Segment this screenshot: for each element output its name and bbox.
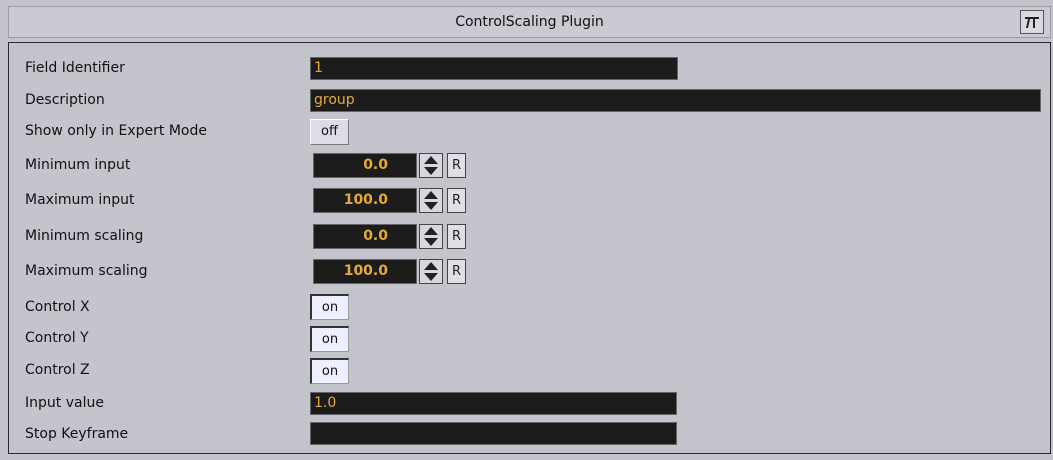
spin-down-icon	[424, 273, 438, 281]
min-input-field[interactable]: 0.0	[313, 153, 417, 178]
max-scaling-reset-button[interactable]: R	[447, 259, 466, 284]
control-y-toggle[interactable]: on	[310, 326, 349, 352]
description-label: Description	[25, 92, 105, 108]
control-y-label: Control Y	[25, 330, 89, 346]
max-input-reset-button[interactable]: R	[447, 188, 466, 213]
control-z-toggle[interactable]: on	[310, 358, 349, 384]
spin-up-icon	[424, 262, 438, 270]
max-scaling-field[interactable]: 100.0	[313, 259, 417, 284]
plugin-panel: Field Identifier 1 Description group Sho…	[8, 42, 1051, 454]
max-input-spinner[interactable]	[419, 188, 443, 213]
spin-up-icon	[424, 191, 438, 199]
min-scaling-field[interactable]: 0.0	[313, 224, 417, 249]
max-scaling-spinner[interactable]	[419, 259, 443, 284]
vizrt-logo-icon[interactable]	[1020, 10, 1044, 34]
max-scaling-label: Maximum scaling	[25, 263, 148, 279]
min-scaling-reset-button[interactable]: R	[447, 224, 466, 249]
control-x-toggle[interactable]: on	[310, 294, 349, 320]
expert-mode-toggle[interactable]: off	[310, 119, 349, 145]
spin-down-icon	[424, 167, 438, 175]
spin-down-icon	[424, 238, 438, 246]
field-identifier-input[interactable]: 1	[310, 57, 678, 80]
input-value-label: Input value	[25, 395, 104, 411]
title-bar: ControlScaling Plugin	[8, 6, 1051, 38]
min-input-spinner[interactable]	[419, 153, 443, 178]
min-input-label: Minimum input	[25, 157, 131, 173]
window-title: ControlScaling Plugin	[455, 14, 604, 30]
max-input-label: Maximum input	[25, 192, 135, 208]
description-input[interactable]: group	[310, 89, 1041, 112]
expert-mode-label: Show only in Expert Mode	[25, 123, 207, 139]
min-scaling-label: Minimum scaling	[25, 228, 144, 244]
input-value-field[interactable]: 1.0	[310, 392, 677, 415]
field-identifier-label: Field Identifier	[25, 60, 125, 76]
stop-keyframe-label: Stop Keyframe	[25, 426, 129, 442]
max-input-field[interactable]: 100.0	[313, 188, 417, 213]
spin-down-icon	[424, 202, 438, 210]
stop-keyframe-field[interactable]	[310, 422, 677, 445]
min-scaling-spinner[interactable]	[419, 224, 443, 249]
spin-up-icon	[424, 156, 438, 164]
control-x-label: Control X	[25, 299, 90, 315]
spin-up-icon	[424, 227, 438, 235]
min-input-reset-button[interactable]: R	[447, 153, 466, 178]
control-z-label: Control Z	[25, 362, 90, 378]
